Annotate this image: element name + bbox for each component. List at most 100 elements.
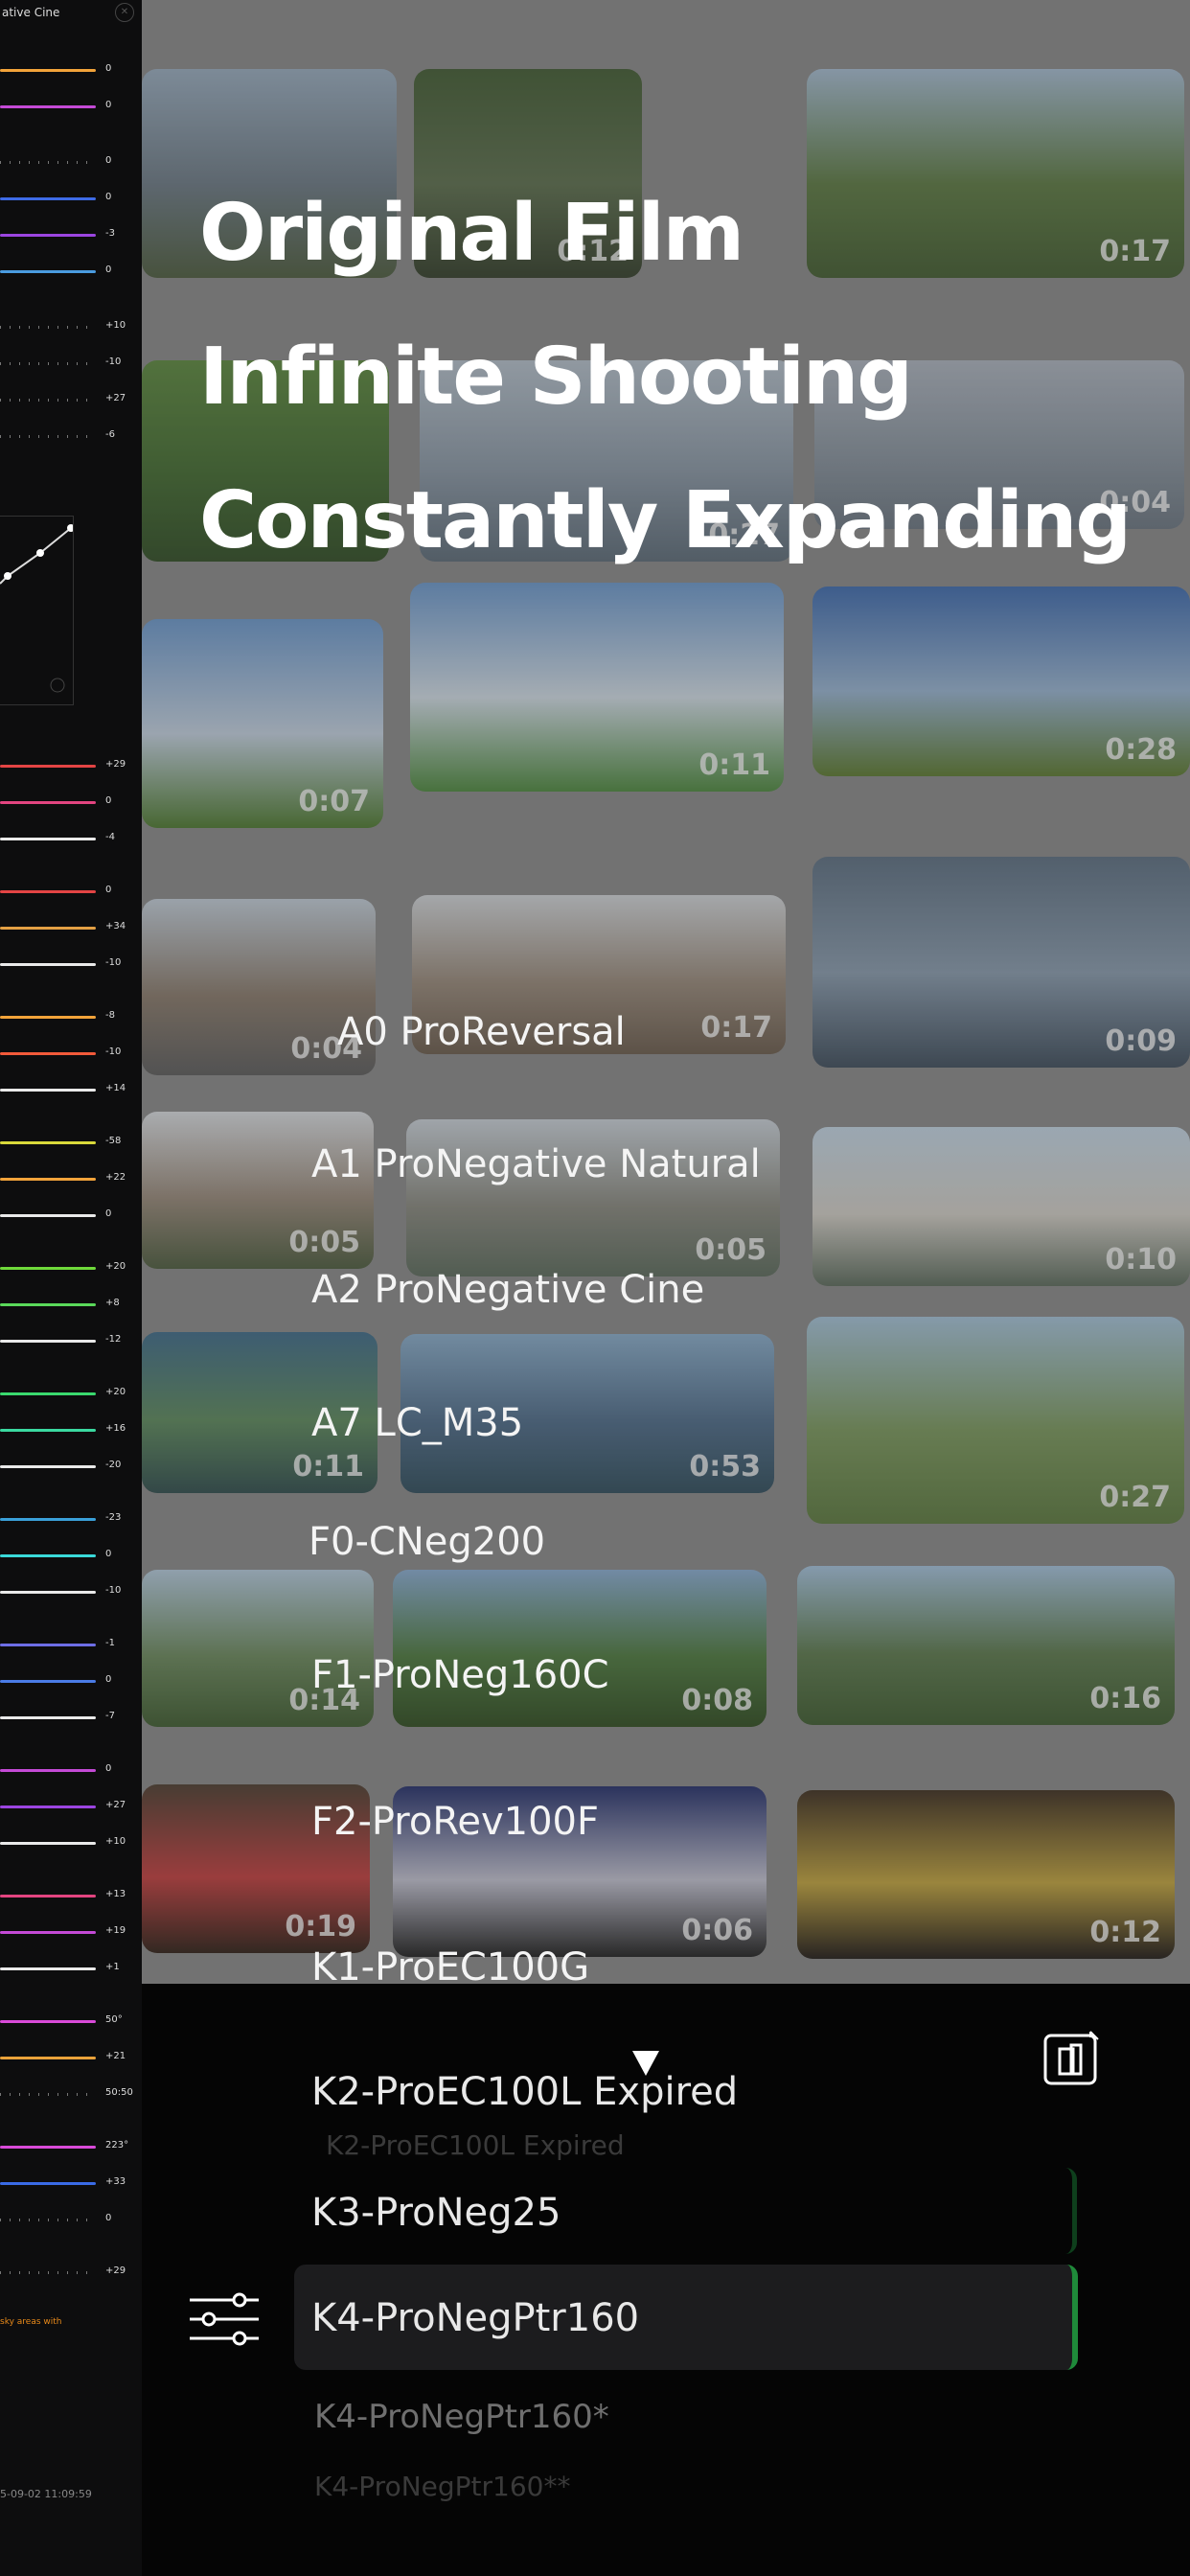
adjust-slider[interactable]: 0 xyxy=(0,1760,142,1781)
adjust-slider[interactable]: -3 xyxy=(0,224,142,245)
adjust-slider[interactable]: -6 xyxy=(0,426,142,447)
slider-track[interactable] xyxy=(0,2146,96,2149)
adjust-slider[interactable]: -8 xyxy=(0,1006,142,1027)
slider-track[interactable] xyxy=(0,2093,96,2096)
slider-track[interactable] xyxy=(0,1716,96,1719)
slider-track[interactable] xyxy=(0,270,96,273)
film-item[interactable]: A0 ProReversal xyxy=(337,1010,626,1054)
picker-item-selected[interactable]: K4-ProNegPtr160 xyxy=(311,2296,639,2340)
adjust-slider[interactable]: +29 xyxy=(0,755,142,776)
adjust-slider[interactable]: 0 xyxy=(0,1670,142,1691)
slider-track[interactable] xyxy=(0,1392,96,1395)
film-item[interactable]: A7 LC_M35 xyxy=(311,1401,523,1445)
slider-track[interactable] xyxy=(0,197,96,200)
slider-track[interactable] xyxy=(0,1303,96,1306)
adjust-slider[interactable]: -10 xyxy=(0,1043,142,1064)
adjust-slider[interactable]: +20 xyxy=(0,1383,142,1404)
slider-track[interactable] xyxy=(0,1591,96,1594)
adjust-slider[interactable]: +27 xyxy=(0,389,142,410)
slider-track[interactable] xyxy=(0,2020,96,2023)
slider-track[interactable] xyxy=(0,1089,96,1092)
slider-track[interactable] xyxy=(0,1967,96,1970)
adjust-slider[interactable]: 0 xyxy=(0,151,142,172)
picker-item[interactable]: K4-ProNegPtr160* xyxy=(314,2398,609,2436)
slider-track[interactable] xyxy=(0,69,96,72)
slider-track[interactable] xyxy=(0,234,96,237)
export-icon[interactable] xyxy=(1042,2030,1100,2087)
adjust-slider[interactable]: +22 xyxy=(0,1168,142,1189)
adjust-slider[interactable]: 0 xyxy=(0,881,142,902)
slider-track[interactable] xyxy=(0,1267,96,1270)
adjust-slider[interactable]: 0 xyxy=(0,1545,142,1566)
slider-track[interactable] xyxy=(0,2057,96,2059)
adjust-slider[interactable]: -1 xyxy=(0,1634,142,1655)
adjust-slider[interactable]: 0 xyxy=(0,261,142,282)
slider-track[interactable] xyxy=(0,1895,96,1898)
picker-item[interactable]: K4-ProNegPtr160** xyxy=(314,2471,570,2502)
adjust-slider[interactable]: 50° xyxy=(0,2011,142,2032)
adjust-slider[interactable]: -58 xyxy=(0,1132,142,1153)
picker-item[interactable]: K3-ProNeg25 xyxy=(311,2191,561,2235)
slider-track[interactable] xyxy=(0,1340,96,1343)
adjust-slider[interactable]: 0 xyxy=(0,188,142,209)
adjust-slider[interactable]: -10 xyxy=(0,1581,142,1602)
adjust-slider[interactable]: 50:50 xyxy=(0,2083,142,2104)
slider-track[interactable] xyxy=(0,838,96,840)
slider-track[interactable] xyxy=(0,801,96,804)
adjust-slider[interactable]: 0 xyxy=(0,96,142,117)
adjust-slider[interactable]: +16 xyxy=(0,1419,142,1440)
slider-track[interactable] xyxy=(0,326,96,329)
adjust-slider[interactable]: -10 xyxy=(0,353,142,374)
slider-track[interactable] xyxy=(0,1178,96,1181)
adjust-slider[interactable]: -12 xyxy=(0,1330,142,1351)
adjust-slider[interactable]: 0 xyxy=(0,1205,142,1226)
adjust-slider[interactable]: +21 xyxy=(0,2047,142,2068)
adjust-slider[interactable]: +20 xyxy=(0,1257,142,1278)
adjust-slider[interactable]: +33 xyxy=(0,2173,142,2194)
adjust-slider[interactable]: +8 xyxy=(0,1294,142,1315)
adjust-slider[interactable]: 223° xyxy=(0,2136,142,2157)
film-item[interactable]: A2 ProNegative Cine xyxy=(311,1268,704,1312)
slider-track[interactable] xyxy=(0,1931,96,1934)
slider-track[interactable] xyxy=(0,2271,96,2274)
slider-track[interactable] xyxy=(0,1680,96,1683)
adjust-slider[interactable]: +19 xyxy=(0,1921,142,1943)
slider-track[interactable] xyxy=(0,1052,96,1055)
adjust-slider[interactable]: +14 xyxy=(0,1079,142,1100)
slider-track[interactable] xyxy=(0,890,96,893)
adjust-slider[interactable]: -10 xyxy=(0,954,142,975)
adjust-slider[interactable]: +27 xyxy=(0,1796,142,1817)
film-item[interactable]: F0-CNeg200 xyxy=(309,1520,545,1564)
slider-track[interactable] xyxy=(0,1806,96,1808)
slider-track[interactable] xyxy=(0,1016,96,1019)
film-item[interactable]: A1 ProNegative Natural xyxy=(311,1142,761,1186)
slider-track[interactable] xyxy=(0,1141,96,1144)
slider-track[interactable] xyxy=(0,2182,96,2185)
adjust-slider[interactable]: -23 xyxy=(0,1508,142,1530)
adjust-slider[interactable]: +13 xyxy=(0,1885,142,1906)
adjust-slider[interactable]: +10 xyxy=(0,1832,142,1853)
slider-track[interactable] xyxy=(0,435,96,438)
adjust-slider[interactable]: 0 xyxy=(0,2209,142,2230)
slider-track[interactable] xyxy=(0,1554,96,1557)
slider-track[interactable] xyxy=(0,1465,96,1468)
slider-track[interactable] xyxy=(0,1518,96,1521)
slider-track[interactable] xyxy=(0,1769,96,1772)
slider-track[interactable] xyxy=(0,1214,96,1217)
picker-item[interactable]: K2-ProEC100L Expired xyxy=(311,2070,738,2114)
adjust-slider[interactable]: +1 xyxy=(0,1958,142,1979)
slider-track[interactable] xyxy=(0,1644,96,1646)
slider-track[interactable] xyxy=(0,399,96,402)
adjust-slider[interactable]: 0 xyxy=(0,59,142,80)
sliders-icon[interactable] xyxy=(188,2292,261,2346)
slider-track[interactable] xyxy=(0,105,96,108)
slider-track[interactable] xyxy=(0,963,96,966)
slider-track[interactable] xyxy=(0,362,96,365)
adjust-slider[interactable]: 0 xyxy=(0,792,142,813)
slider-track[interactable] xyxy=(0,927,96,930)
adjust-slider[interactable]: -4 xyxy=(0,828,142,849)
slider-track[interactable] xyxy=(0,765,96,768)
film-item[interactable]: F2-ProRev100F xyxy=(311,1800,599,1844)
adjust-slider[interactable]: +34 xyxy=(0,917,142,938)
adjust-slider[interactable]: -7 xyxy=(0,1707,142,1728)
